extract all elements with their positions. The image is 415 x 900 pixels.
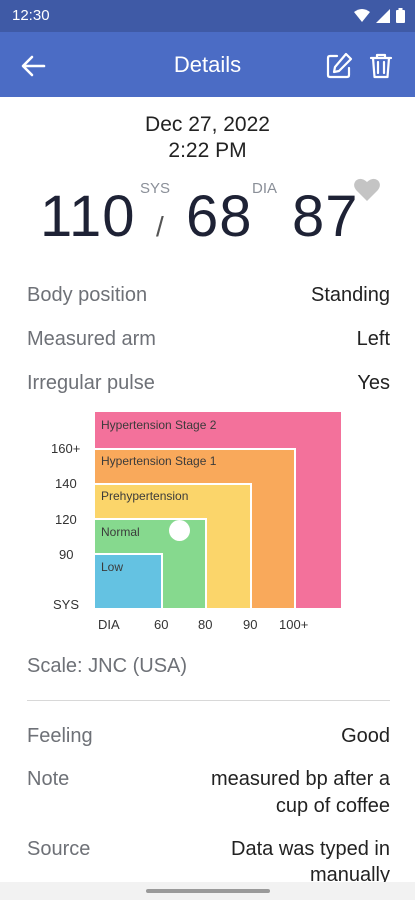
irregular-pulse-value: Yes xyxy=(357,372,390,394)
sys-tick-120: 120 xyxy=(55,512,77,527)
reading-marker xyxy=(169,520,190,541)
dia-label: DIA xyxy=(252,180,278,197)
systolic-value: 110 xyxy=(40,184,136,249)
source-label: Source xyxy=(27,838,91,860)
home-indicator[interactable] xyxy=(146,889,270,893)
sys-tick-90: 90 xyxy=(59,547,74,562)
dia-tick-100: 100+ xyxy=(279,617,309,632)
body-position-label: Body position xyxy=(27,284,148,306)
edit-button[interactable] xyxy=(324,51,354,81)
reading-slash: / xyxy=(156,211,164,242)
dia-tick-80: 80 xyxy=(198,617,213,632)
scale-label: Scale: JNC (USA) xyxy=(27,655,188,677)
zone-label-stage2: Hypertension Stage 2 xyxy=(101,418,217,432)
signal-icon xyxy=(376,8,390,23)
sys-axis-label: SYS xyxy=(53,597,80,612)
status-bar: 12:30 xyxy=(0,0,415,32)
zone-label-stage1: Hypertension Stage 1 xyxy=(101,454,217,468)
source-value-line1: Data was typed in xyxy=(231,838,390,860)
edit-icon xyxy=(326,52,353,79)
dia-axis-label: DIA xyxy=(98,617,120,632)
battery-icon xyxy=(396,8,405,23)
heart-icon xyxy=(354,178,380,201)
zone-label-prehypertension: Prehypertension xyxy=(101,489,189,503)
dia-tick-60: 60 xyxy=(154,617,169,632)
measured-arm-label: Measured arm xyxy=(27,328,156,350)
feeling-value: Good xyxy=(341,725,390,747)
sys-tick-140: 140 xyxy=(55,476,77,491)
feeling-label: Feeling xyxy=(27,725,93,747)
divider xyxy=(27,700,390,701)
diastolic-value: 68 xyxy=(186,184,253,249)
note-value-line1: measured bp after a xyxy=(211,768,390,790)
pulse-value: 87 xyxy=(292,184,359,249)
measured-arm-value: Left xyxy=(356,328,390,350)
zone-label-low: Low xyxy=(101,560,124,574)
dia-tick-90: 90 xyxy=(243,617,258,632)
favorite-button[interactable] xyxy=(353,177,381,203)
status-icons xyxy=(354,8,405,23)
body-position-value: Standing xyxy=(311,284,390,306)
measurement-date: Dec 27, 2022 xyxy=(145,113,270,136)
status-time: 12:30 xyxy=(12,7,50,24)
measurement-time: 2:22 PM xyxy=(168,139,247,162)
zone-label-normal: Normal xyxy=(101,525,140,539)
delete-button[interactable] xyxy=(366,51,396,81)
sys-tick-160: 160+ xyxy=(51,441,81,456)
sys-label: SYS xyxy=(140,180,171,197)
note-value-line2: cup of coffee xyxy=(275,795,390,817)
wifi-icon xyxy=(354,8,370,22)
irregular-pulse-label: Irregular pulse xyxy=(27,372,155,394)
app-bar: Details xyxy=(0,32,415,97)
note-label: Note xyxy=(27,768,70,790)
trash-icon xyxy=(369,53,393,79)
